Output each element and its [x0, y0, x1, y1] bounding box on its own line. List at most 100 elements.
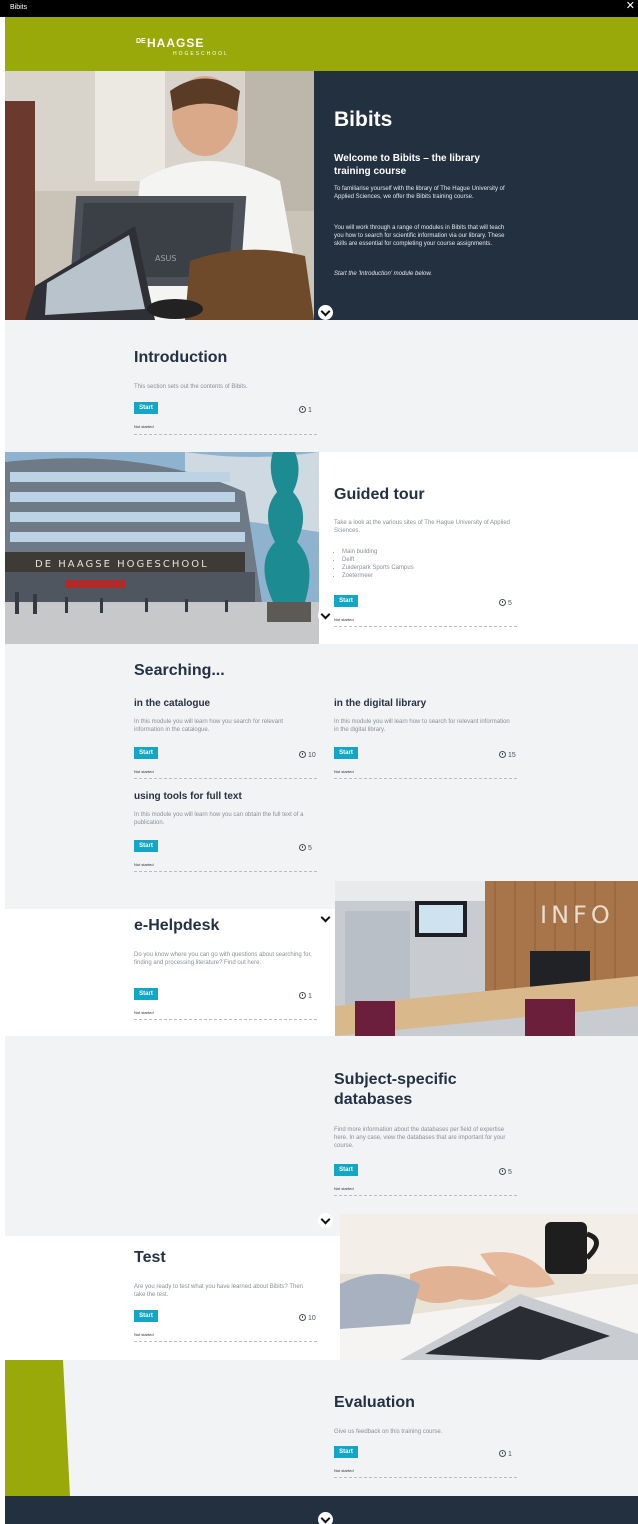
clock-icon [299, 844, 306, 851]
hero-paragraph-2: You will work through a range of modules… [334, 225, 505, 247]
hero-title: Bibits [334, 108, 393, 131]
guided-tour-title: Guided tour [334, 486, 425, 503]
building-photo: DE HAAGSE HOGESCHOOL [5, 452, 319, 644]
helpdesk-progress-line [134, 1019, 317, 1020]
evaluation-status: Not started [334, 1468, 354, 1473]
evaluation-section [5, 1360, 638, 1496]
helpdesk-title: e-Helpdesk [134, 917, 220, 934]
subject-databases-start-button[interactable]: Start [334, 1164, 358, 1176]
test-title: Test [134, 1249, 166, 1266]
window-title: Bibits [10, 4, 28, 11]
helpdesk-status: Not started [134, 1010, 154, 1015]
introduction-start-button[interactable]: Start [134, 402, 158, 414]
test-duration: 10 [299, 1314, 316, 1322]
searching-section [5, 644, 638, 881]
full-text-module-title: using tools for full text [134, 791, 242, 802]
logo-hogeschool: HOGESCHOOL [173, 51, 229, 57]
introduction-status: Not started [134, 424, 154, 429]
laptop-brand-label: ASUS [155, 254, 176, 263]
test-status: Not started [134, 1332, 154, 1337]
clock-icon [499, 1450, 506, 1457]
digital-library-duration: 15 [499, 751, 516, 759]
close-icon[interactable]: ✕ [626, 1, 635, 12]
hero-paragraph-3: Start the 'Introduction' module below. [334, 271, 433, 277]
clock-icon [299, 1314, 306, 1321]
guided-tour-duration-value: 5 [508, 600, 512, 607]
digital-library-duration-value: 15 [508, 752, 516, 759]
full-text-start-button[interactable]: Start [134, 840, 158, 852]
helpdesk-description: Do you know where you can go with questi… [134, 952, 312, 966]
evaluation-green-accent [5, 1360, 70, 1496]
clock-icon [299, 406, 306, 413]
laptop-typing-photo [340, 1214, 638, 1360]
helpdesk-duration-value: 1 [308, 993, 312, 1000]
scroll-down-chevron-icon[interactable] [318, 608, 333, 623]
guided-tour-site: Zoetermeer [342, 572, 414, 580]
guided-tour-progress-line [334, 626, 517, 627]
full-text-module-description: In this module you will learn how you ca… [134, 812, 304, 826]
evaluation-description: Give us feedback on this training course… [334, 1429, 443, 1435]
full-text-duration: 5 [299, 844, 312, 852]
test-start-button[interactable]: Start [134, 1310, 158, 1322]
catalogue-duration-value: 10 [308, 752, 316, 759]
digital-library-progress-line [334, 778, 517, 779]
full-text-progress-line [134, 871, 317, 872]
catalogue-progress-line [134, 778, 317, 779]
digital-library-module-title: in the digital library [334, 698, 427, 709]
full-text-status: Not started [134, 862, 154, 867]
digital-library-status: Not started [334, 769, 354, 774]
introduction-duration: 1 [299, 406, 312, 414]
building-sign-label: DE HAAGSE HOGESCHOOL [35, 559, 209, 570]
scroll-down-chevron-icon[interactable] [318, 911, 333, 926]
hero-panel: Bibits Welcome to Bibits – the library t… [314, 71, 638, 320]
digital-library-module-description: In this module you will learn how to sea… [334, 719, 510, 733]
scroll-down-chevron-icon[interactable] [318, 1213, 333, 1228]
catalogue-module-description: In this module you will learn how you se… [134, 719, 284, 733]
evaluation-progress-line [334, 1477, 517, 1478]
searching-title: Searching... [134, 662, 225, 679]
catalogue-module-title: in the catalogue [134, 698, 211, 709]
guided-tour-site: Delft [342, 556, 414, 564]
clock-icon [299, 992, 306, 999]
full-text-duration-value: 5 [308, 845, 312, 852]
evaluation-start-button[interactable]: Start [334, 1446, 358, 1458]
subject-databases-title: Subject-specific databases [334, 1071, 457, 1108]
catalogue-duration: 10 [299, 751, 316, 759]
catalogue-status: Not started [134, 769, 154, 774]
test-description: Are you ready to test what you have lear… [134, 1284, 303, 1298]
guided-tour-description: Take a look at the various sites of The … [334, 520, 510, 534]
info-sign-label: INFO [540, 901, 614, 929]
scroll-down-chevron-icon[interactable] [318, 1512, 333, 1524]
subject-databases-duration: 5 [499, 1168, 512, 1176]
clock-icon [499, 599, 506, 606]
window-titlebar: Bibits ✕ [0, 0, 638, 17]
logo-haagse: HAAGSE [147, 36, 205, 50]
guided-tour-status: Not started [334, 617, 354, 622]
test-progress-line [134, 1341, 317, 1342]
hero-photo: ASUS [5, 71, 314, 320]
subject-databases-progress-line [334, 1195, 517, 1196]
helpdesk-start-button[interactable]: Start [134, 988, 158, 1000]
site-header: DE HAAGSE HOGESCHOOL [5, 17, 638, 71]
guided-tour-duration: 5 [499, 599, 512, 607]
test-top-strip [5, 1226, 340, 1236]
subject-databases-duration-value: 5 [508, 1169, 512, 1176]
clock-icon [299, 751, 306, 758]
introduction-progress-line [134, 434, 317, 435]
clock-icon [499, 751, 506, 758]
guided-tour-site: Main building [342, 548, 414, 556]
introduction-section [5, 320, 638, 452]
introduction-description: This section sets out the contents of Bi… [134, 384, 248, 390]
test-duration-value: 10 [308, 1315, 316, 1322]
digital-library-start-button[interactable]: Start [334, 747, 358, 759]
scroll-down-chevron-icon[interactable] [318, 305, 333, 320]
helpdesk-top-strip [5, 881, 335, 909]
clock-icon [499, 1168, 506, 1175]
evaluation-duration: 1 [499, 1450, 512, 1458]
evaluation-duration-value: 1 [508, 1451, 512, 1458]
guided-tour-start-button[interactable]: Start [334, 595, 358, 607]
logo-de: DE [136, 38, 146, 45]
subject-databases-section [5, 1036, 638, 1226]
catalogue-start-button[interactable]: Start [134, 747, 158, 759]
hero-subtitle: Welcome to Bibits – the library training… [334, 153, 480, 177]
